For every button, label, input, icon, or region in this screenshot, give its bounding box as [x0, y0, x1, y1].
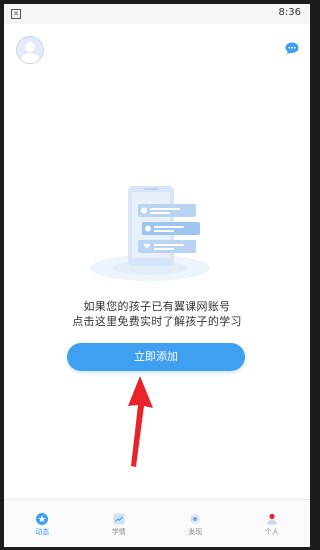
status-bar: ✕ 8:36	[4, 4, 310, 24]
status-time: 8:36	[278, 7, 301, 18]
red-arrow-annotation-icon	[128, 376, 153, 467]
empty-state-line-2: 点击这里免费实时了解孩子的学习	[72, 315, 242, 328]
empty-state-line-1: 如果您的孩子已有翼课网账号	[83, 300, 231, 313]
avatar-head	[25, 42, 35, 52]
add-child-button[interactable]: 立即添加	[67, 343, 245, 371]
chat-bubble-icon[interactable]	[285, 42, 299, 55]
bottom-tab-bar: 动态 学情 发现 个人	[4, 499, 310, 547]
star-icon	[36, 513, 49, 525]
discover-icon	[190, 514, 201, 524]
avatar[interactable]	[16, 36, 44, 64]
tab-label: 动态	[35, 528, 50, 536]
person-icon	[267, 513, 277, 525]
tab-label: 发现	[188, 528, 203, 536]
tab-discover[interactable]: 发现	[157, 500, 234, 547]
tab-label: 学情	[111, 528, 126, 536]
tab-study[interactable]: 学情	[81, 500, 158, 547]
avatar-body	[20, 53, 40, 63]
tab-activity[interactable]: 动态	[4, 500, 81, 547]
tab-profile[interactable]: 个人	[234, 500, 311, 547]
app-screen: ✕ 8:36 如果您的孩子已有翼课网账号 点击这里免费实时了解孩子的学习 立即添…	[4, 4, 310, 547]
phone-illustration-icon	[90, 186, 210, 281]
tab-label: 个人	[264, 528, 279, 536]
notification-icon: ✕	[11, 9, 21, 19]
trend-chart-icon	[113, 513, 125, 525]
